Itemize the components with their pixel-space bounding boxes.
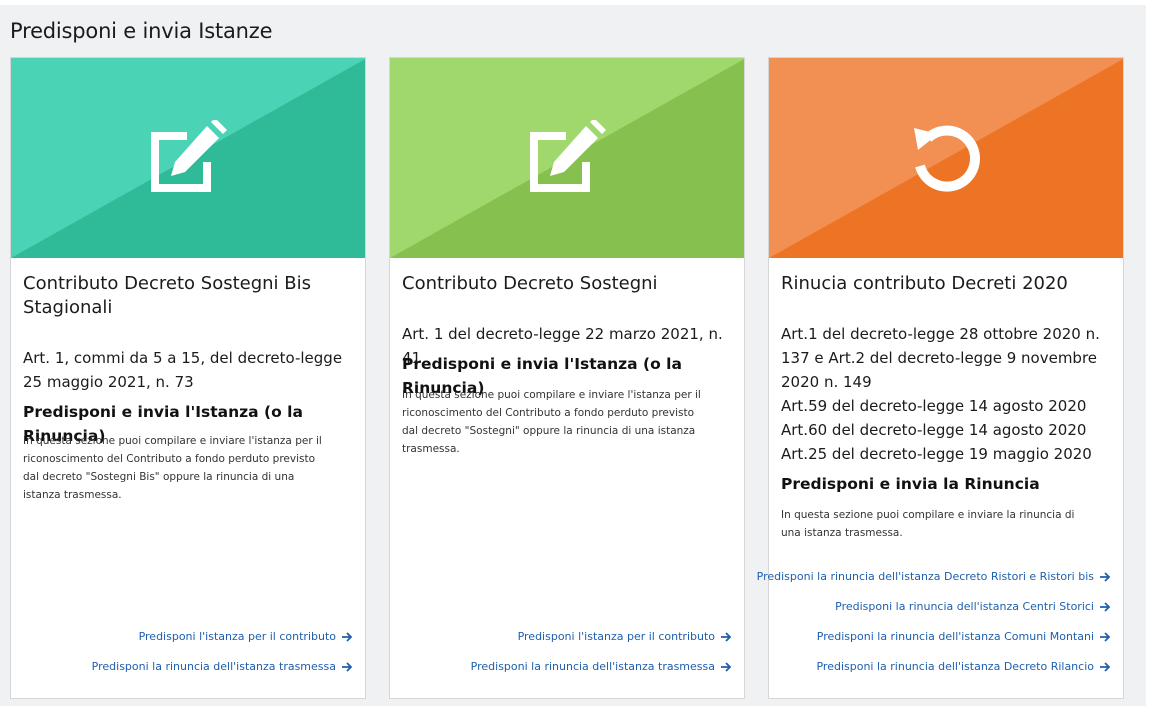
link-rinuncia-comuni-montani[interactable]: Predisponi la rinuncia dell'istanza Comu… [817, 630, 1111, 643]
link-label: Predisponi la rinuncia dell'istanza Comu… [816, 630, 1094, 643]
card-law-reference: Art.60 del decreto-legge 14 agosto 2020 [781, 421, 1087, 439]
card-law-reference: Art. 1, commi da 5 a 15, del decreto-leg… [23, 349, 343, 391]
arrow-right-icon [1100, 571, 1111, 582]
card-title: Rinucia contributo Decreti 2020 [781, 273, 1068, 294]
card-rinuncia-decreti-2020: Rinucia contributo Decreti 2020 Art.1 de… [757, 57, 1124, 699]
arrow-right-icon [721, 631, 732, 642]
link-label: Predisponi la rinuncia dell'istanza Decr… [816, 660, 1094, 673]
card-description: In questa sezione puoi compilare e invia… [781, 509, 1075, 539]
arrow-right-icon [1100, 631, 1111, 642]
link-label: Predisponi la rinuncia dell'istanza Cent… [835, 600, 1094, 613]
card-description: In questa sezione puoi compilare e invia… [402, 389, 701, 455]
link-rinuncia-rilancio[interactable]: Predisponi la rinuncia dell'istanza Decr… [816, 660, 1111, 673]
edit-icon [530, 120, 606, 192]
link-predisponi-istanza[interactable]: Predisponi l'istanza per il contributo [139, 630, 353, 643]
card-sostegni-bis: Contributo Decreto Sostegni Bis Stagiona… [10, 57, 366, 699]
card-title: Contributo Decreto Sostegni [402, 273, 658, 294]
card-sostegni: Contributo Decreto Sostegni Art. 1 del d… [389, 57, 745, 699]
arrow-right-icon [721, 661, 732, 672]
card-description: In questa sezione puoi compilare e invia… [23, 435, 322, 501]
link-predisponi-rinuncia[interactable]: Predisponi la rinuncia dell'istanza tras… [471, 660, 732, 673]
link-label: Predisponi l'istanza per il contributo [517, 630, 715, 643]
link-label: Predisponi la rinuncia dell'istanza Decr… [756, 570, 1094, 583]
link-predisponi-rinuncia[interactable]: Predisponi la rinuncia dell'istanza tras… [92, 660, 353, 673]
arrow-right-icon [1100, 661, 1111, 672]
card-law-reference: Art.25 del decreto-legge 19 maggio 2020 [781, 445, 1092, 463]
section-title: Predisponi e invia Istanze [10, 19, 273, 43]
card-subhead: Predisponi e invia la Rinuncia [781, 475, 1040, 493]
link-label: Predisponi l'istanza per il contributo [138, 630, 336, 643]
arrow-right-icon [342, 661, 353, 672]
arrow-right-icon [342, 631, 353, 642]
arrow-right-icon [1100, 601, 1111, 612]
card-hero [769, 58, 1123, 258]
link-rinuncia-ristori[interactable]: Predisponi la rinuncia dell'istanza Decr… [757, 570, 1111, 583]
edit-icon [151, 120, 227, 192]
card-hero [11, 58, 365, 258]
card-law-reference: Art.59 del decreto-legge 14 agosto 2020 [781, 397, 1087, 415]
card-hero [390, 58, 744, 258]
link-label: Predisponi la rinuncia dell'istanza tras… [470, 660, 715, 673]
card-law-reference: Art.1 del decreto-legge 28 ottobre 2020 … [781, 325, 1100, 391]
link-label: Predisponi la rinuncia dell'istanza tras… [91, 660, 336, 673]
card-title: Contributo Decreto Sostegni Bis Stagiona… [23, 273, 312, 318]
undo-icon [914, 125, 980, 192]
link-rinuncia-centri-storici[interactable]: Predisponi la rinuncia dell'istanza Cent… [835, 600, 1111, 613]
link-predisponi-istanza[interactable]: Predisponi l'istanza per il contributo [518, 630, 732, 643]
